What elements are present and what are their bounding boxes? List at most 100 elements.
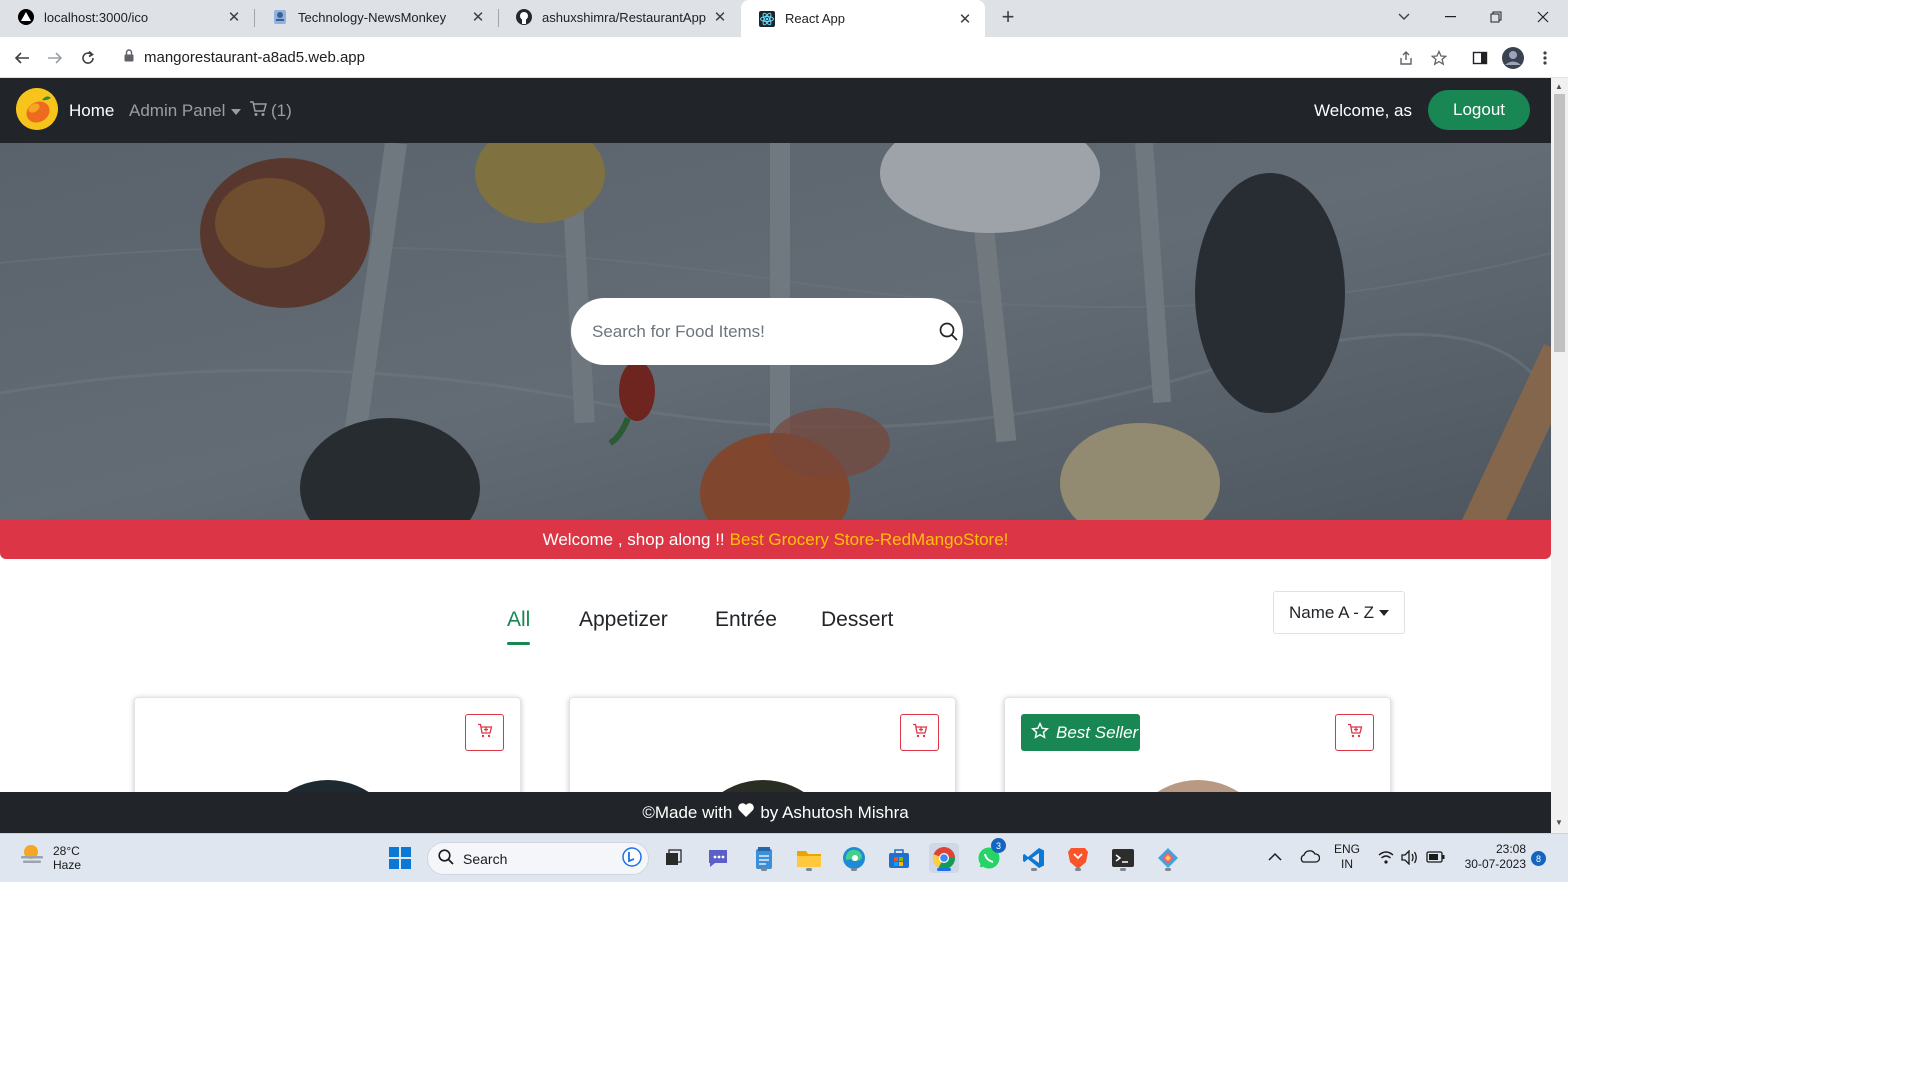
terminal-icon[interactable] [1108,843,1138,873]
avatar[interactable] [1500,45,1526,71]
back-arrow-icon[interactable] [9,45,35,71]
new-tab-button[interactable]: + [996,4,1020,30]
share-icon[interactable] [1393,45,1419,71]
kebab-menu-icon[interactable] [1532,45,1558,71]
news-icon [272,9,288,25]
tab-dessert[interactable]: Dessert [821,608,893,632]
footer-prefix: ©Made with [642,802,733,822]
wifi-icon[interactable] [1378,851,1394,868]
food-search-box[interactable] [571,298,963,365]
close-tab-icon[interactable]: ✕ [712,8,728,26]
tab-title: React App [785,11,845,26]
clock[interactable]: 23:08 30-07-2023 [1456,842,1526,872]
vscode-icon[interactable] [1019,843,1049,873]
scroll-down-arrow-icon[interactable]: ▼ [1555,818,1563,827]
onedrive-cloud-icon[interactable] [1298,849,1321,867]
scrollbar-thumb[interactable] [1554,94,1565,352]
triangle-logo-icon [18,9,34,25]
clock-time: 23:08 [1495,842,1526,856]
weather-widget[interactable]: 28°C Haze [19,842,81,873]
tab-appetizer[interactable]: Appetizer [579,608,668,632]
notepad-icon[interactable] [749,843,779,873]
windows-start-icon[interactable] [385,843,415,873]
star-icon [1030,721,1050,744]
caret-down-icon [1379,609,1390,616]
taskbar-search-label: Search [463,850,508,867]
file-explorer-icon[interactable] [794,843,824,873]
tab-all[interactable]: All [507,608,530,632]
welcome-user-text: Welcome, as [1314,101,1412,120]
menu-item-card[interactable]: Best Seller [1004,697,1391,807]
bing-icon [622,847,642,870]
close-window-icon[interactable] [1520,0,1566,34]
show-hidden-icons-chevron-icon[interactable] [1268,850,1282,865]
teams-chat-icon[interactable] [703,843,733,873]
nav-cart-link[interactable]: (1) [249,100,292,122]
tab-title: ashuxshimra/RestaurantApp [542,9,707,25]
github-icon [516,9,532,25]
whatsapp-badge: 3 [991,838,1006,853]
active-tab-indicator [507,642,530,645]
close-tab-icon[interactable]: ✕ [470,8,486,26]
page-scrollbar[interactable]: ▲ ▼ [1551,78,1568,833]
best-seller-badge: Best Seller [1021,714,1140,751]
haze-weather-icon [19,842,45,873]
language-code: ENG [1334,842,1361,856]
food-search-input[interactable] [592,321,902,342]
add-to-cart-button[interactable] [1335,714,1374,751]
lock-icon[interactable] [124,48,134,67]
admin-panel-dropdown[interactable]: Admin Panel [129,101,242,121]
taskbar-search-box[interactable]: Search [427,842,649,875]
browser-toolbar: mangorestaurant-a8ad5.web.app [0,37,1568,78]
url-text: mangorestaurant-a8ad5.web.app [144,49,365,66]
banner-highlight: Best Grocery Store-RedMangoStore! [729,529,1009,549]
close-tab-icon[interactable]: ✕ [957,10,973,28]
menu-item-card[interactable] [569,697,956,807]
page-footer: ©Made with by Ashutosh Mishra [0,792,1551,833]
reload-icon[interactable] [75,45,101,71]
volume-icon[interactable] [1401,849,1419,869]
sort-dropdown[interactable]: Name A - Z [1273,591,1405,634]
task-view-icon[interactable] [658,843,688,873]
heart-icon [737,802,755,823]
clock-date: 30-07-2023 [1464,857,1526,871]
weather-description: Haze [53,857,82,872]
language-indicator[interactable]: ENG IN [1334,842,1360,872]
notification-badge[interactable]: 8 [1531,851,1546,866]
bookmark-star-icon[interactable] [1426,45,1452,71]
browser-tab-newsmonkey[interactable]: Technology-NewsMonkey ✕ [254,0,498,34]
chrome-icon[interactable] [929,843,959,873]
tab-search-chevron-icon[interactable] [1381,0,1427,34]
weather-temperature: 28°C [53,843,80,858]
address-bar[interactable]: mangorestaurant-a8ad5.web.app [112,41,1452,74]
edge-browser-icon[interactable] [839,843,869,873]
add-to-cart-button[interactable] [465,714,504,751]
minimize-icon[interactable] [1427,0,1473,34]
cart-plus-icon [1347,723,1363,743]
browser-tab-react-app[interactable]: React App ✕ [741,0,985,37]
browser-tab-strip: localhost:3000/ico ✕ Technology-NewsMonk… [0,0,1568,37]
scroll-up-arrow-icon[interactable]: ▲ [1555,82,1563,91]
mango-logo-icon[interactable] [16,88,58,130]
footer-suffix: by Ashutosh Mishra [760,802,909,822]
forward-arrow-icon[interactable] [42,45,68,71]
snipping-tool-icon[interactable] [1153,843,1183,873]
restore-icon[interactable] [1473,0,1519,34]
close-tab-icon[interactable]: ✕ [226,8,242,26]
welcome-banner: Welcome , shop along !! Best Grocery Sto… [0,520,1551,559]
add-to-cart-button[interactable] [900,714,939,751]
tab-entree[interactable]: Entrée [715,608,777,632]
browser-tab-github[interactable]: ashuxshimra/RestaurantApp ✕ [498,0,740,34]
whatsapp-icon[interactable]: 3 [974,838,1006,873]
logout-button[interactable]: Logout [1428,90,1530,130]
menu-item-card[interactable] [134,697,521,807]
browser-tab-localhost[interactable]: localhost:3000/ico ✕ [0,0,254,34]
brave-browser-icon[interactable] [1063,843,1093,873]
side-panel-icon[interactable] [1467,45,1493,71]
battery-icon[interactable] [1426,851,1446,867]
windows-taskbar: 28°C Haze Search 3 ENG IN 23:08 30-07-20… [0,833,1568,882]
tab-title: Technology-NewsMonkey [298,9,447,25]
nav-home-link[interactable]: Home [69,101,114,121]
microsoft-store-icon[interactable] [884,843,914,873]
app-navbar: Home Admin Panel (1) Welcome, as Logout [0,78,1551,143]
